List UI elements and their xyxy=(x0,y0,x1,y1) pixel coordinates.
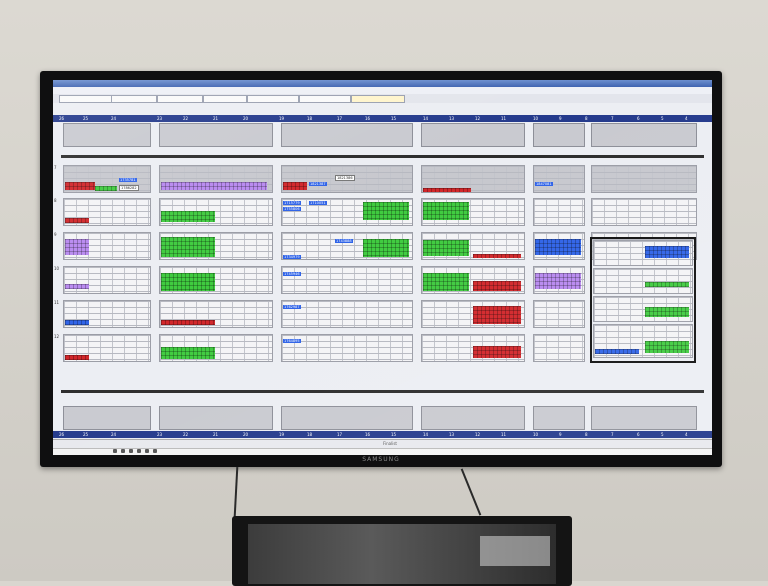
bay[interactable] xyxy=(533,300,585,328)
container-label[interactable]: 1821386 xyxy=(335,175,355,181)
bay[interactable] xyxy=(281,300,413,328)
toolbar-tab[interactable] xyxy=(203,95,247,103)
zone-top xyxy=(591,123,697,147)
container-block[interactable] xyxy=(363,202,409,220)
container-label[interactable]: 1734979 xyxy=(283,255,301,259)
container-block[interactable] xyxy=(473,254,521,258)
container-label[interactable]: 1735781 xyxy=(119,178,137,182)
bay[interactable] xyxy=(533,334,585,362)
row-label: 8 xyxy=(54,198,57,203)
row-label: 10 xyxy=(54,266,60,271)
container-block[interactable] xyxy=(65,182,95,190)
container-block[interactable] xyxy=(645,341,689,353)
container-block[interactable] xyxy=(65,320,89,325)
bay[interactable] xyxy=(593,268,693,294)
container-block[interactable] xyxy=(423,273,469,291)
container-block[interactable] xyxy=(65,239,89,255)
container-block[interactable] xyxy=(535,273,581,289)
row-label: 12 xyxy=(54,334,60,339)
row-label: 7 xyxy=(54,165,57,170)
container-block[interactable] xyxy=(65,355,89,360)
menu-bar xyxy=(53,87,712,94)
tv-screen: 26 25 24 23 22 21 20 19 18 17 16 15 14 1… xyxy=(53,80,712,455)
container-label[interactable]: 1743888 xyxy=(335,239,353,243)
row-label: 11 xyxy=(54,300,60,305)
taskbar xyxy=(53,448,712,455)
taskbar-app-icon[interactable] xyxy=(121,449,125,453)
container-block[interactable] xyxy=(161,182,267,190)
container-block[interactable] xyxy=(645,282,689,287)
container-block[interactable] xyxy=(473,306,521,324)
container-block[interactable] xyxy=(645,307,689,317)
bay[interactable] xyxy=(591,198,697,226)
container-block[interactable] xyxy=(161,320,215,325)
container-block[interactable] xyxy=(161,211,215,222)
container-label[interactable]: 1710051 xyxy=(309,201,327,205)
container-block[interactable] xyxy=(161,237,215,257)
zone-bottom xyxy=(591,406,697,430)
status-text: Finalist xyxy=(383,441,397,446)
bay[interactable] xyxy=(591,165,697,193)
zone-top xyxy=(281,123,413,147)
container-block[interactable] xyxy=(65,284,89,289)
container-block[interactable] xyxy=(423,202,469,220)
yard-plan: 26 25 24 23 22 21 20 19 18 17 16 15 14 1… xyxy=(53,103,712,439)
lower-monitor-glare xyxy=(480,536,550,566)
toolbar-tab[interactable] xyxy=(157,95,203,103)
taskbar-app-icon[interactable] xyxy=(145,449,149,453)
container-block[interactable] xyxy=(363,239,409,257)
container-block[interactable] xyxy=(423,240,469,256)
container-label[interactable]: 1755806 xyxy=(283,207,301,211)
container-block[interactable] xyxy=(95,186,117,191)
zone-bottom xyxy=(281,406,413,430)
zone-bottom xyxy=(159,406,273,430)
toolbar-tab[interactable] xyxy=(59,95,113,103)
zone-top xyxy=(159,123,273,147)
tv-brand-logo: SAMSUNG xyxy=(362,456,400,463)
container-label[interactable]: 1786282 xyxy=(119,185,139,191)
container-label[interactable]: 1821387 xyxy=(309,182,327,186)
zone-top xyxy=(533,123,585,147)
bay[interactable] xyxy=(281,266,413,294)
bay[interactable] xyxy=(63,266,151,294)
column-header-bottom: 26 25 24 23 22 21 20 19 18 17 16 15 14 1… xyxy=(53,431,712,438)
container-block[interactable] xyxy=(645,246,689,258)
toolbar-tab[interactable] xyxy=(247,95,299,103)
bay[interactable] xyxy=(533,198,585,226)
taskbar-app-icon[interactable] xyxy=(113,449,117,453)
container-block[interactable] xyxy=(595,349,639,354)
container-block[interactable] xyxy=(473,281,521,291)
container-block[interactable] xyxy=(473,346,521,358)
taskbar-app-icon[interactable] xyxy=(129,449,133,453)
toolbar-tab[interactable] xyxy=(299,95,351,103)
taskbar-app-icon[interactable] xyxy=(153,449,157,453)
row-label: 9 xyxy=(54,232,57,237)
section-divider xyxy=(61,155,704,158)
container-block[interactable] xyxy=(65,218,89,223)
container-block[interactable] xyxy=(283,182,307,190)
bay[interactable] xyxy=(281,334,413,362)
window-titlebar xyxy=(53,80,712,87)
container-label[interactable]: 1847081 xyxy=(535,182,553,186)
container-label[interactable]: 1764895 xyxy=(283,339,301,343)
zone-bottom xyxy=(533,406,585,430)
column-header-top: 26 25 24 23 22 21 20 19 18 17 16 15 14 1… xyxy=(53,115,712,122)
section-divider xyxy=(61,390,704,393)
toolbar-tab-active[interactable] xyxy=(351,95,405,103)
zone-top xyxy=(421,123,525,147)
container-block[interactable] xyxy=(535,239,581,255)
zone-bottom xyxy=(421,406,525,430)
container-label[interactable]: 1715779 xyxy=(283,201,301,205)
zone-top xyxy=(63,123,151,147)
bay[interactable] xyxy=(533,165,585,193)
taskbar-app-icon[interactable] xyxy=(137,449,141,453)
container-label[interactable]: 1745946 xyxy=(283,272,301,276)
container-block[interactable] xyxy=(423,188,471,192)
container-block[interactable] xyxy=(161,273,215,291)
toolbar-tab[interactable] xyxy=(111,95,157,103)
container-label[interactable]: 1762987 xyxy=(283,305,301,309)
container-block[interactable] xyxy=(161,347,215,359)
zone-bottom xyxy=(63,406,151,430)
